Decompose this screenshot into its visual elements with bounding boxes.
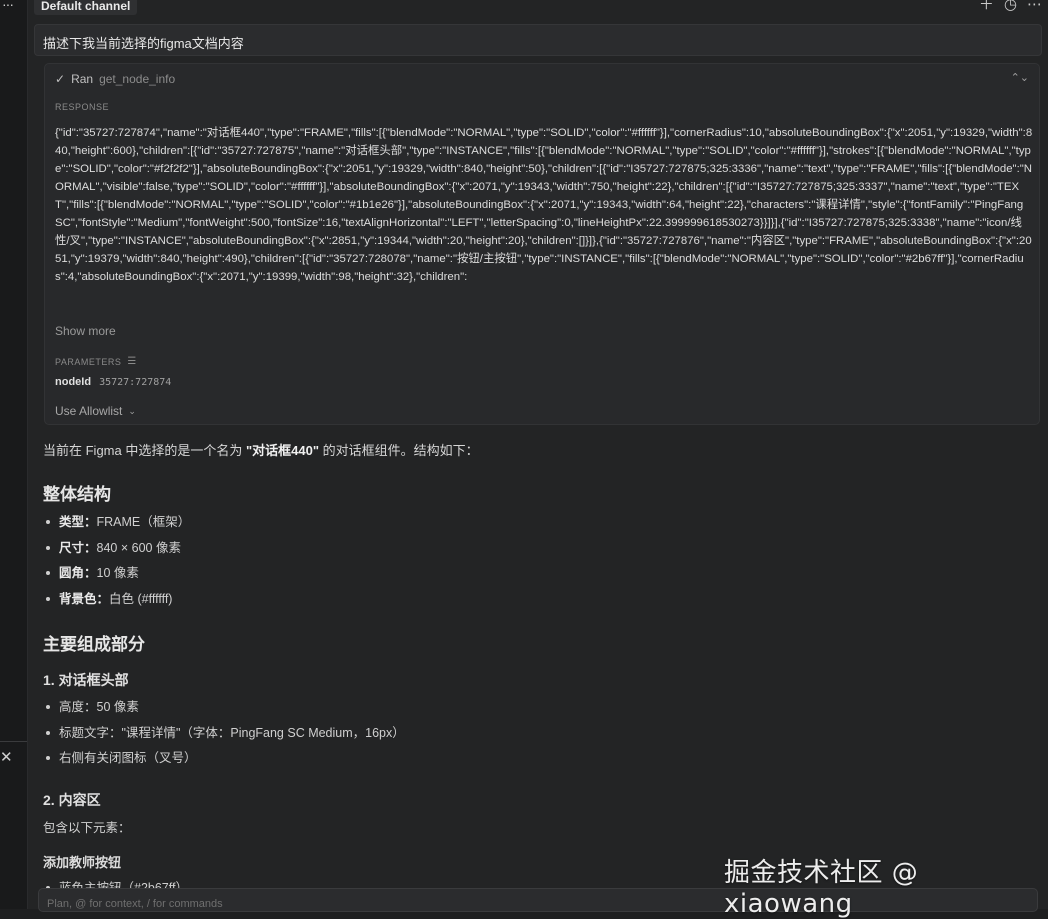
parameter-row: nodeId 35727:727874 bbox=[55, 376, 171, 390]
chevron-down-icon: ⌄ bbox=[128, 405, 136, 416]
intro-text-post: 的对话框组件。结构如下： bbox=[319, 443, 479, 458]
use-allowlist-dropdown[interactable]: Use Allowlist ⌄ bbox=[55, 404, 136, 418]
user-message[interactable]: 描述下我当前选择的figma文档内容 bbox=[34, 24, 1042, 56]
tool-call-header[interactable]: ✓ Ran get_node_info bbox=[55, 72, 175, 86]
more-icon[interactable]: ⋯ bbox=[1027, 0, 1042, 14]
subsection-heading: 2. 内容区 bbox=[43, 792, 101, 808]
list-item: 右侧有关闭图标（叉号） bbox=[43, 750, 405, 776]
response-label: RESPONSE bbox=[55, 102, 110, 112]
content-area-text: 包含以下元素： bbox=[43, 821, 131, 835]
close-icon[interactable]: ✕ bbox=[0, 748, 13, 766]
list-item: 背景色：白色 (#ffffff) bbox=[43, 591, 190, 617]
dialog-header-list: 高度：50 像素 标题文字："课程详情"（字体：PingFang SC Medi… bbox=[43, 699, 405, 776]
overall-structure-list: 类型：FRAME（框架） 尺寸：840 × 600 像素 圆角：10 像素 背景… bbox=[43, 514, 190, 616]
section-heading: 整体结构 bbox=[43, 485, 111, 504]
chat-input-placeholder: Plan, @ for context, / for commands bbox=[47, 898, 223, 910]
divider bbox=[0, 741, 27, 742]
list-item: 标题文字："课程详情"（字体：PingFang SC Medium，16px） bbox=[43, 725, 405, 751]
list-item: 尺寸：840 × 600 像素 bbox=[43, 540, 190, 566]
check-icon: ✓ bbox=[55, 72, 66, 86]
top-actions: ＋ ◷ ⋯ bbox=[979, 0, 1042, 14]
user-message-text: 描述下我当前选择的figma文档内容 bbox=[43, 36, 244, 51]
subsection-heading: 1. 对话框头部 bbox=[43, 672, 129, 688]
tool-status: Ran bbox=[71, 72, 94, 86]
history-icon[interactable]: ◷ bbox=[1004, 0, 1017, 14]
param-value: 35727:727874 bbox=[99, 377, 172, 388]
expand-collapse-icon[interactable]: ⌃⌄ bbox=[1011, 71, 1029, 84]
intro-text-pre: 当前在 Figma 中选择的是一个名为 bbox=[43, 443, 246, 458]
item-value: 白色 (#ffffff) bbox=[109, 591, 173, 606]
allowlist-label: Use Allowlist bbox=[55, 404, 123, 418]
show-more-link[interactable]: Show more bbox=[55, 324, 116, 338]
parameters-label: PARAMETERS bbox=[55, 356, 122, 367]
chat-panel: Default channel ＋ ◷ ⋯ 描述下我当前选择的figma文档内容… bbox=[28, 0, 1048, 919]
plus-icon[interactable]: ＋ bbox=[979, 0, 994, 14]
list-item: 高度：50 像素 bbox=[43, 699, 405, 725]
tool-name: get_node_info bbox=[99, 72, 176, 86]
parameters-header: PARAMETERS ☰ bbox=[55, 356, 137, 367]
intro-highlight: "对话框440" bbox=[245, 443, 319, 458]
item-label: 背景色： bbox=[59, 591, 110, 606]
response-fade bbox=[55, 300, 1033, 318]
top-bar: Default channel ＋ ◷ ⋯ bbox=[28, 0, 1048, 20]
channel-tab[interactable]: Default channel bbox=[34, 0, 138, 15]
item-value: FRAME（框架） bbox=[96, 515, 191, 529]
tool-call-card: ✓ Ran get_node_info ⌃⌄ RESPONSE {"id":"3… bbox=[44, 63, 1040, 425]
item-label: 尺寸： bbox=[59, 540, 97, 555]
list-item: 圆角：10 像素 bbox=[43, 565, 190, 591]
response-json: {"id":"35727:727874","name":"对话框440","ty… bbox=[55, 127, 1033, 283]
answer-intro: 当前在 Figma 中选择的是一个名为 "对话框440" 的对话框组件。结构如下… bbox=[43, 440, 479, 459]
param-key: nodeId bbox=[55, 376, 92, 388]
list-item: 类型：FRAME（框架） bbox=[43, 514, 190, 540]
item-value: 10 像素 bbox=[96, 566, 139, 580]
item-label: 类型： bbox=[59, 515, 97, 529]
left-side-strip: ··· ✕ bbox=[0, 0, 28, 909]
more-icon[interactable]: ··· bbox=[2, 0, 14, 12]
sub-subheading: 添加教师按钮 bbox=[43, 855, 122, 870]
item-value: 840 × 600 像素 bbox=[96, 540, 181, 555]
list-icon[interactable]: ☰ bbox=[127, 356, 136, 367]
item-label: 圆角： bbox=[59, 566, 97, 580]
section-heading: 主要组成部分 bbox=[43, 635, 145, 654]
